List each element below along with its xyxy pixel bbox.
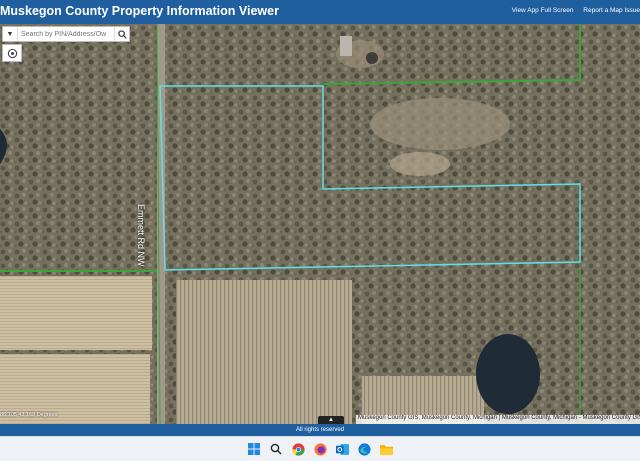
full-screen-link[interactable]: View App Full Screen [512, 7, 574, 14]
search-button[interactable] [114, 27, 129, 41]
os-taskbar [0, 436, 640, 461]
edge-icon[interactable] [357, 442, 371, 456]
app-header: Muskegon County Property Information Vie… [0, 0, 640, 24]
map-attribution: Muskegon County GIS, Muskegon County, Mi… [356, 415, 640, 424]
outlook-icon[interactable] [335, 442, 349, 456]
caret-down-icon: ▼ [6, 30, 14, 38]
coordinate-readout: 86.105 43.168 Degrees [0, 412, 58, 418]
footer: All rights reserved [0, 424, 640, 436]
attribution-toggle[interactable]: ▲ [318, 416, 344, 424]
header-links: View App Full Screen Report a Map Issue [504, 7, 640, 14]
layers-button[interactable] [2, 44, 22, 62]
search-icon [117, 29, 127, 39]
map-view[interactable]: Emmett Rd NW [0, 24, 640, 424]
file-explorer-icon[interactable] [379, 442, 393, 456]
windows-icon[interactable] [247, 442, 261, 456]
app-title: Muskegon County Property Information Vie… [0, 4, 279, 18]
chevron-up-icon: ▲ [328, 417, 334, 423]
chrome-icon[interactable] [291, 442, 305, 456]
firefox-icon[interactable] [313, 442, 327, 456]
search-input[interactable] [18, 30, 114, 38]
report-issue-link[interactable]: Report a Map Issue [583, 7, 640, 14]
layers-icon [7, 48, 17, 58]
search-source-dropdown[interactable]: ▼ [3, 27, 18, 41]
search-box: ▼ [2, 26, 130, 42]
search-icon[interactable] [269, 442, 283, 456]
aerial-imagery [0, 24, 640, 424]
road-label: Emmett Rd NW [136, 204, 146, 267]
